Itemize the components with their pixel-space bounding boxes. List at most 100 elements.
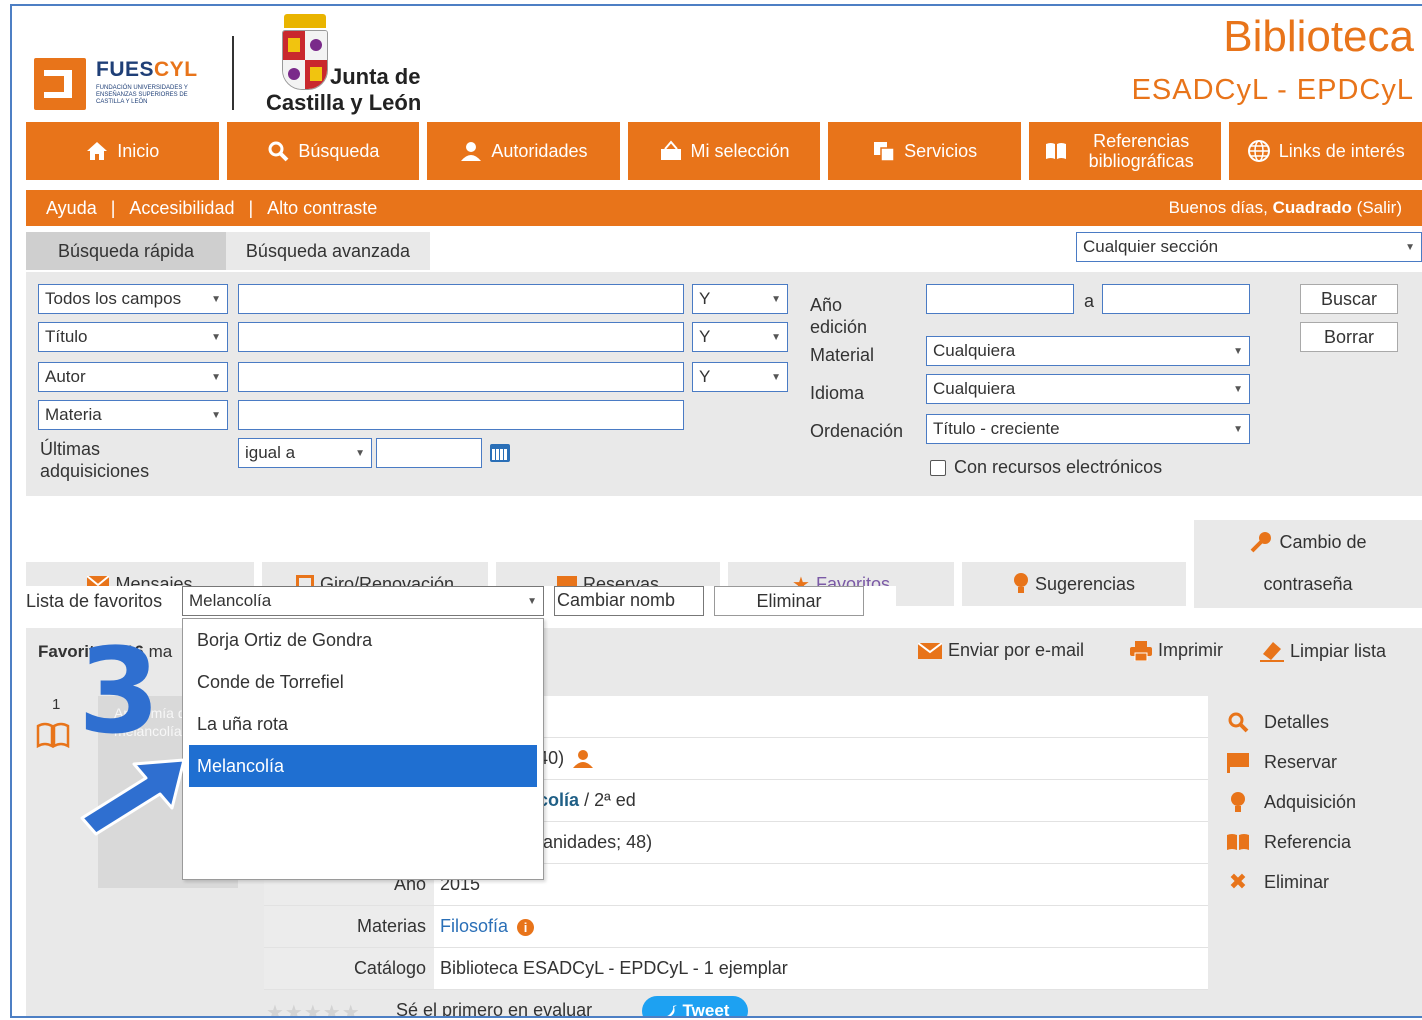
rename-list-input[interactable]: Cambiar nomb (554, 586, 704, 616)
chevron-down-icon: ▼ (1233, 383, 1243, 395)
search-term-input-3[interactable] (238, 362, 684, 392)
nav-autoridades[interactable]: Autoridades (427, 122, 620, 180)
field-select-value: Título (45, 327, 88, 346)
search-term-input-2[interactable] (238, 322, 684, 352)
link-ayuda[interactable]: Ayuda (46, 198, 97, 219)
search-term-input-1[interactable] (238, 284, 684, 314)
ordenacion-select[interactable]: Título - creciente ▼ (926, 414, 1250, 444)
ultimas-operator-select[interactable]: igual a ▼ (238, 438, 372, 468)
flag-icon (1227, 753, 1249, 773)
info-icon[interactable]: i (517, 919, 535, 936)
calendar-icon[interactable] (490, 444, 510, 462)
ordenacion-label: Ordenación (810, 421, 904, 441)
delete-list-button[interactable]: Eliminar (714, 586, 864, 616)
nav-servicios[interactable]: Servicios (828, 122, 1021, 180)
arrow-annotation-icon (80, 758, 186, 836)
clear-list-link[interactable]: Limpiar lista (1260, 640, 1386, 662)
dropdown-option[interactable]: Conde de Torrefiel (183, 661, 543, 703)
dropdown-option[interactable]: Borja Ortiz de Gondra (183, 619, 543, 661)
nav-mi-seleccion[interactable]: Mi selección (627, 122, 821, 180)
action-detalles[interactable]: Detalles (1226, 702, 1356, 742)
dropdown-option-selected[interactable]: Melancolía (189, 745, 537, 787)
ultimas-adquisiciones-label: Últimas adquisiciones (40, 439, 150, 481)
chevron-down-icon: ▼ (527, 595, 537, 607)
field-select-3[interactable]: Autor ▼ (38, 362, 228, 392)
field-select-4[interactable]: Materia ▼ (38, 400, 228, 430)
operator-select-3[interactable]: Y ▼ (692, 362, 788, 392)
operator-select-2[interactable]: Y ▼ (692, 322, 788, 352)
junta-logo-line1: Junta de (330, 64, 421, 89)
nav-servicios-label: Servicios (904, 141, 978, 161)
action-adquisicion[interactable]: Adquisición (1226, 782, 1356, 822)
catalog-label: Catálogo (264, 948, 434, 989)
material-select[interactable]: Cualquiera ▼ (926, 336, 1250, 366)
field-select-value: Materia (45, 405, 102, 424)
subjects-label: Materias (264, 906, 434, 947)
key-icon (1251, 532, 1272, 553)
record-row-catalog: Catálogo Biblioteca ESADCyL - EPDCyL - 1 … (264, 948, 1208, 990)
rating-stars[interactable]: ★★★★★ (266, 1000, 361, 1016)
subject-link[interactable]: Filosofía (440, 916, 508, 936)
buscar-button[interactable]: Buscar (1300, 284, 1398, 314)
basket-icon (660, 140, 681, 160)
print-link[interactable]: Imprimir (1130, 640, 1223, 661)
fuescyl-logo-icon (34, 58, 86, 110)
nav-busqueda[interactable]: Búsqueda (226, 122, 420, 180)
tab-sugerencias[interactable]: Sugerencias (962, 562, 1186, 606)
nav-referencias-label: Referencias bibliográficas (1088, 131, 1194, 171)
nav-links[interactable]: Links de interés (1229, 122, 1422, 180)
library-subtitle: ESADCyL - EPDCyL (1131, 74, 1414, 106)
operator-value: Y (699, 289, 711, 308)
browser-page: FUESCYL Fundación Universidades y Enseña… (10, 4, 1422, 1018)
action-referencia[interactable]: Referencia (1226, 822, 1356, 862)
nav-inicio[interactable]: Inicio (26, 122, 219, 180)
nav-referencias[interactable]: Referencias bibliográficas (1028, 122, 1222, 180)
logout-link[interactable]: (Salir) (1357, 198, 1402, 217)
rating-text[interactable]: Sé el primero en evaluar (396, 1000, 592, 1016)
catalog-value: Biblioteca ESADCyL - EPDCyL - 1 ejemplar (440, 958, 788, 978)
date-input[interactable] (376, 438, 482, 468)
search-icon (268, 141, 289, 162)
tab-cambio-contrasena[interactable]: Cambio de contraseña (1194, 520, 1422, 608)
operator-select-1[interactable]: Y ▼ (692, 284, 788, 314)
crown-icon (284, 14, 326, 28)
link-alto-contraste[interactable]: Alto contraste (267, 198, 377, 219)
tab-busqueda-avanzada[interactable]: Búsqueda avanzada (226, 232, 430, 270)
email-link-label: Enviar por e-mail (948, 640, 1085, 660)
record-number: 1 (52, 696, 61, 713)
anio-desde-input[interactable] (926, 284, 1074, 314)
section-select[interactable]: Cualquier sección ▼ (1076, 232, 1422, 262)
action-detalles-label: Detalles (1264, 711, 1330, 732)
electronic-resources-checkbox[interactable] (930, 460, 946, 476)
junta-logo-line2: Castilla y León (266, 90, 422, 115)
lightbulb-icon (1231, 792, 1245, 812)
material-label: Material (810, 345, 875, 365)
book-icon (1227, 834, 1249, 850)
link-accesibilidad[interactable]: Accesibilidad (129, 198, 234, 219)
search-term-input-4[interactable] (238, 400, 684, 430)
field-select-2[interactable]: Título ▼ (38, 322, 228, 352)
email-link[interactable]: Enviar por e-mail (918, 640, 1084, 661)
record-row-subjects: Materias Filosofía i (264, 906, 1208, 948)
user-name: Cuadrado (1272, 198, 1352, 217)
chevron-down-icon: ▼ (1233, 345, 1243, 357)
action-eliminar[interactable]: ✖ Eliminar (1226, 862, 1356, 902)
user-greeting: Buenos días, Cuadrado (Salir) (1169, 198, 1402, 218)
borrar-button[interactable]: Borrar (1300, 322, 1398, 352)
favorites-list-select[interactable]: Melancolía ▼ (182, 586, 544, 616)
idioma-select[interactable]: Cualquiera ▼ (926, 374, 1250, 404)
tweet-button[interactable]: Tweet (642, 996, 748, 1016)
nav-inicio-label: Inicio (117, 141, 160, 161)
fuescyl-subtitle: Fundación Universidades y Enseñanzas Sup… (96, 85, 188, 105)
field-select-1[interactable]: Todos los campos ▼ (38, 284, 228, 314)
anio-edicion-label: Año edición (810, 295, 868, 337)
greeting-text: Buenos días, (1168, 198, 1268, 217)
tab-sugerencias-label: Sugerencias (1034, 573, 1136, 594)
tab-busqueda-rapida[interactable]: Búsqueda rápida (26, 232, 226, 270)
nav-autoridades-label: Autoridades (491, 141, 588, 161)
anio-hasta-input[interactable] (1102, 284, 1250, 314)
electronic-resources-label: Con recursos electrónicos (954, 457, 1163, 477)
dropdown-option[interactable]: La uña rota (183, 703, 543, 745)
action-reservar[interactable]: Reservar (1226, 742, 1356, 782)
subnav-separator: | (110, 197, 116, 218)
